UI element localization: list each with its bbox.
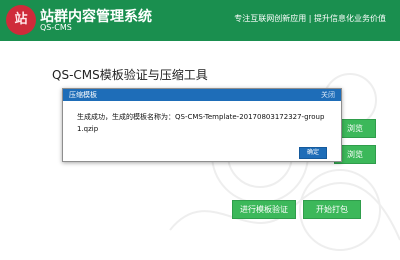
dialog-ok-button[interactable]: 确定	[299, 147, 327, 159]
app-header: 站 站群内容管理系统 QS-CMS 专注互联网创新应用 | 提升信息化业务价值	[0, 0, 400, 41]
start-pack-button[interactable]: 开始打包	[303, 200, 361, 219]
logo-glyph: 站	[14, 12, 28, 27]
dialog-title: 压缩模板	[69, 91, 97, 99]
dialog-close-button[interactable]: 关闭	[321, 90, 335, 100]
dialog-message: 生成成功，生成的模板名称为：QS-CMS-Template-2017080317…	[77, 113, 325, 133]
header-slogan: 专注互联网创新应用 | 提升信息化业务价值	[234, 14, 386, 23]
compress-dialog: 压缩模板 关闭 生成成功，生成的模板名称为：QS-CMS-Template-20…	[62, 88, 342, 162]
tool-title: QS-CMS模板验证与压缩工具	[52, 68, 208, 82]
logo-seal-icon: 站	[6, 5, 36, 35]
dialog-titlebar: 压缩模板 关闭	[63, 89, 341, 101]
app-subtitle: QS-CMS	[40, 23, 72, 32]
verify-template-button[interactable]: 进行模板验证	[232, 200, 296, 219]
